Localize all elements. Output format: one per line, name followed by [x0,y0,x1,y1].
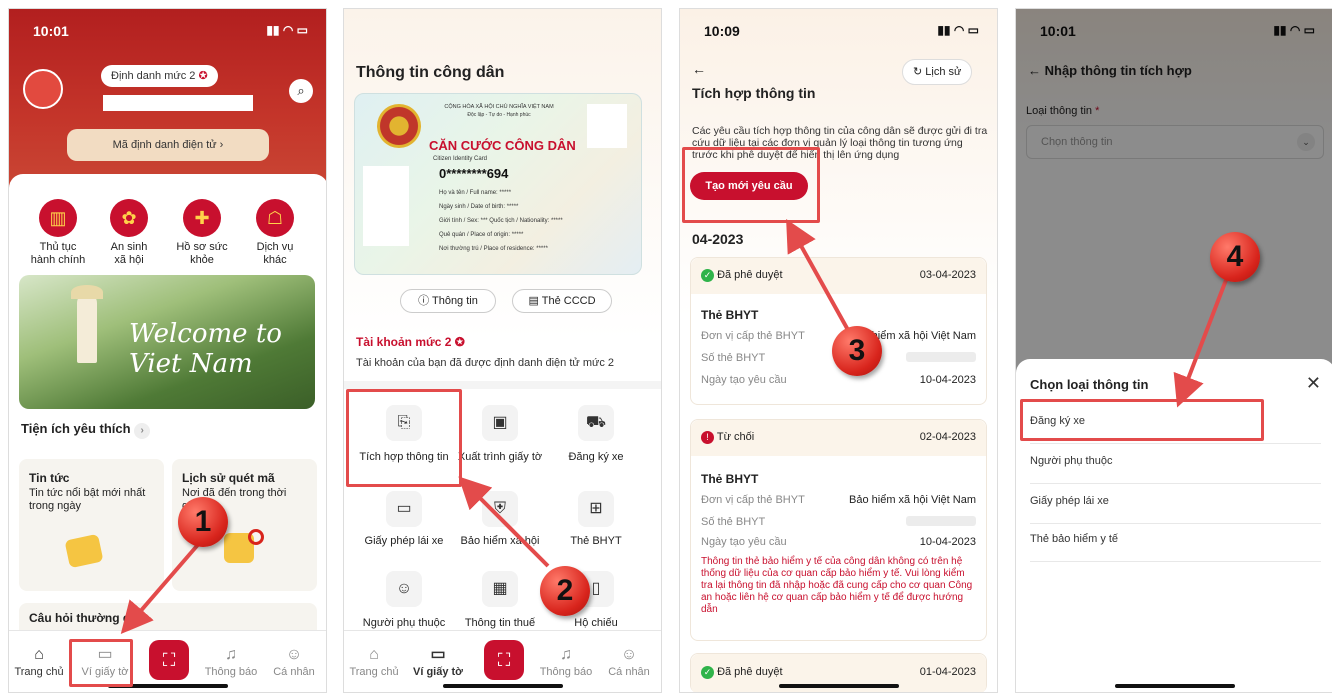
arrow-step-4 [1173,279,1228,408]
arrow-step-2 [458,476,550,568]
arrow-step-1 [120,538,204,635]
step-callout-3: 3 [832,326,882,376]
step-callout-4: 4 [1210,232,1260,282]
annotation-arrows [120,219,1228,635]
step-callout-1: 1 [178,497,228,547]
arrow-step-3 [786,219,850,331]
step-callout-2: 2 [540,566,590,616]
